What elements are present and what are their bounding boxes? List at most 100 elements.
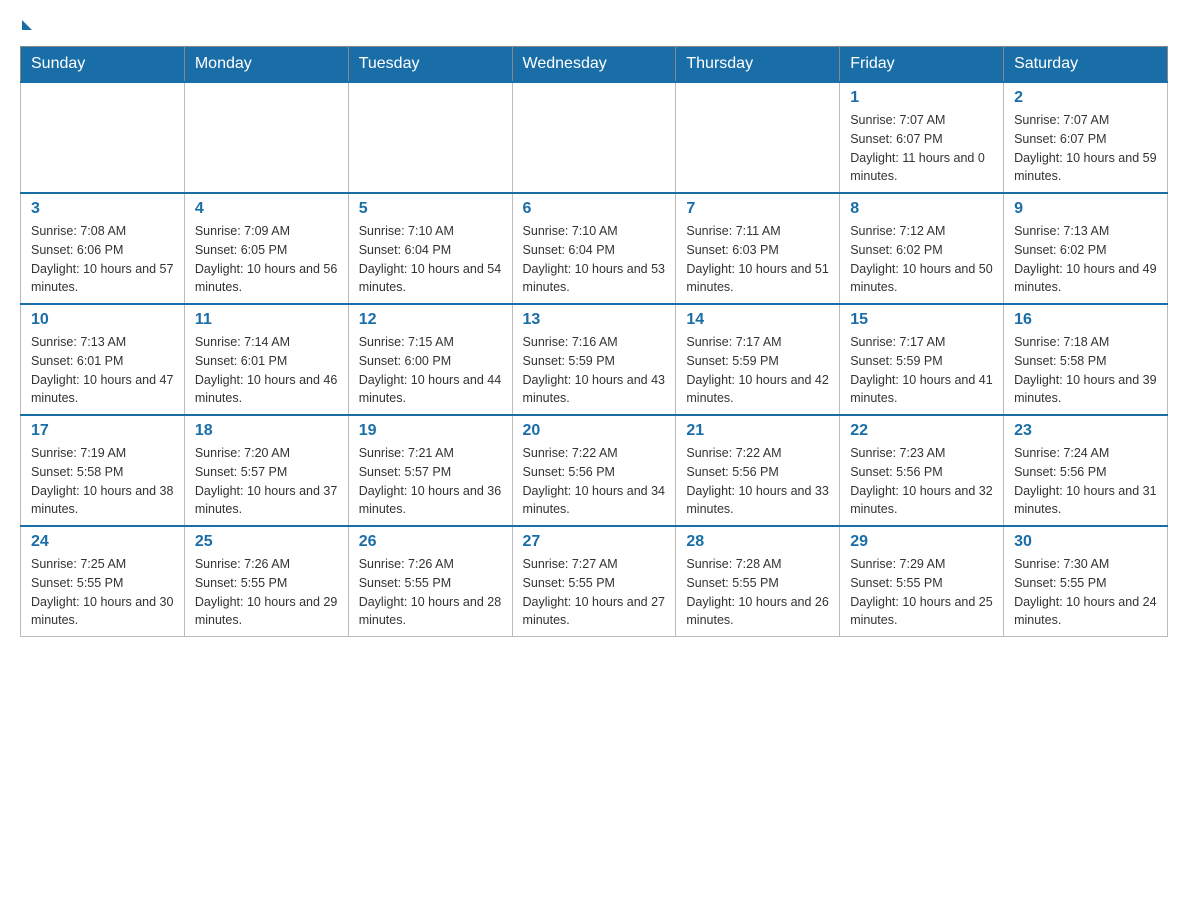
day-number: 29 bbox=[850, 533, 993, 551]
day-info: Sunrise: 7:08 AM Sunset: 6:06 PM Dayligh… bbox=[31, 222, 174, 297]
day-info: Sunrise: 7:13 AM Sunset: 6:02 PM Dayligh… bbox=[1014, 222, 1157, 297]
day-info: Sunrise: 7:22 AM Sunset: 5:56 PM Dayligh… bbox=[686, 444, 829, 519]
calendar-cell: 1 Sunrise: 7:07 AM Sunset: 6:07 PM Daylig… bbox=[840, 82, 1004, 193]
day-number: 24 bbox=[31, 533, 174, 551]
day-number: 7 bbox=[686, 200, 829, 218]
calendar-cell: 25Sunrise: 7:26 AM Sunset: 5:55 PM Dayli… bbox=[184, 526, 348, 637]
day-info: Sunrise: 7:07 AM Sunset: 6:07 PM Dayligh… bbox=[850, 111, 993, 186]
calendar-cell: 30 Sunrise: 7:30 AM Sunset: 5:55 PM Dayli… bbox=[1004, 526, 1168, 637]
day-number: 20 bbox=[523, 422, 666, 440]
calendar-cell: 17 Sunrise: 7:19 AM Sunset: 5:58 PM Dayli… bbox=[21, 415, 185, 526]
day-info: Sunrise: 7:14 AM Sunset: 6:01 PM Dayligh… bbox=[195, 333, 338, 408]
day-info: Sunrise: 7:28 AM Sunset: 5:55 PM Dayligh… bbox=[686, 555, 829, 630]
day-info: Sunrise: 7:22 AM Sunset: 5:56 PM Dayligh… bbox=[523, 444, 666, 519]
day-info: Sunrise: 7:17 AM Sunset: 5:59 PM Dayligh… bbox=[850, 333, 993, 408]
day-info: Sunrise: 7:23 AM Sunset: 5:56 PM Dayligh… bbox=[850, 444, 993, 519]
calendar-cell: 28 Sunrise: 7:28 AM Sunset: 5:55 PM Dayli… bbox=[676, 526, 840, 637]
day-info: Sunrise: 7:20 AM Sunset: 5:57 PM Dayligh… bbox=[195, 444, 338, 519]
day-info: Sunrise: 7:21 AM Sunset: 5:57 PM Dayligh… bbox=[359, 444, 502, 519]
weekday-header-wednesday: Wednesday bbox=[512, 47, 676, 83]
day-info: Sunrise: 7:18 AM Sunset: 5:58 PM Dayligh… bbox=[1014, 333, 1157, 408]
day-number: 3 bbox=[31, 200, 174, 218]
day-info: Sunrise: 7:30 AM Sunset: 5:55 PM Dayligh… bbox=[1014, 555, 1157, 630]
day-info: Sunrise: 7:17 AM Sunset: 5:59 PM Dayligh… bbox=[686, 333, 829, 408]
day-info: Sunrise: 7:09 AM Sunset: 6:05 PM Dayligh… bbox=[195, 222, 338, 297]
day-number: 30 bbox=[1014, 533, 1157, 551]
calendar-cell bbox=[512, 82, 676, 193]
day-info: Sunrise: 7:27 AM Sunset: 5:55 PM Dayligh… bbox=[523, 555, 666, 630]
calendar-cell: 24 Sunrise: 7:25 AM Sunset: 5:55 PM Dayli… bbox=[21, 526, 185, 637]
day-info: Sunrise: 7:10 AM Sunset: 6:04 PM Dayligh… bbox=[359, 222, 502, 297]
calendar-cell bbox=[348, 82, 512, 193]
weekday-header-sunday: Sunday bbox=[21, 47, 185, 83]
weekday-header-friday: Friday bbox=[840, 47, 1004, 83]
day-number: 1 bbox=[850, 89, 993, 107]
day-number: 28 bbox=[686, 533, 829, 551]
day-info: Sunrise: 7:16 AM Sunset: 5:59 PM Dayligh… bbox=[523, 333, 666, 408]
calendar-cell: 5 Sunrise: 7:10 AM Sunset: 6:04 PM Daylig… bbox=[348, 193, 512, 304]
day-number: 8 bbox=[850, 200, 993, 218]
day-info: Sunrise: 7:12 AM Sunset: 6:02 PM Dayligh… bbox=[850, 222, 993, 297]
calendar-cell: 22 Sunrise: 7:23 AM Sunset: 5:56 PM Dayli… bbox=[840, 415, 1004, 526]
day-info: Sunrise: 7:15 AM Sunset: 6:00 PM Dayligh… bbox=[359, 333, 502, 408]
calendar-cell: 6 Sunrise: 7:10 AM Sunset: 6:04 PM Daylig… bbox=[512, 193, 676, 304]
calendar-cell: 19 Sunrise: 7:21 AM Sunset: 5:57 PM Dayli… bbox=[348, 415, 512, 526]
calendar-cell: 10 Sunrise: 7:13 AM Sunset: 6:01 PM Dayli… bbox=[21, 304, 185, 415]
day-number: 22 bbox=[850, 422, 993, 440]
day-number: 21 bbox=[686, 422, 829, 440]
calendar-cell: 13 Sunrise: 7:16 AM Sunset: 5:59 PM Dayli… bbox=[512, 304, 676, 415]
calendar-cell: 4 Sunrise: 7:09 AM Sunset: 6:05 PM Daylig… bbox=[184, 193, 348, 304]
calendar-cell: 11 Sunrise: 7:14 AM Sunset: 6:01 PM Dayli… bbox=[184, 304, 348, 415]
calendar-cell: 12 Sunrise: 7:15 AM Sunset: 6:00 PM Dayli… bbox=[348, 304, 512, 415]
day-info: Sunrise: 7:10 AM Sunset: 6:04 PM Dayligh… bbox=[523, 222, 666, 297]
week-row-1: 1 Sunrise: 7:07 AM Sunset: 6:07 PM Daylig… bbox=[21, 82, 1168, 193]
day-number: 6 bbox=[523, 200, 666, 218]
day-number: 9 bbox=[1014, 200, 1157, 218]
day-number: 17 bbox=[31, 422, 174, 440]
day-info: Sunrise: 7:25 AM Sunset: 5:55 PM Dayligh… bbox=[31, 555, 174, 630]
day-number: 16 bbox=[1014, 311, 1157, 329]
week-row-4: 17 Sunrise: 7:19 AM Sunset: 5:58 PM Dayli… bbox=[21, 415, 1168, 526]
week-row-2: 3 Sunrise: 7:08 AM Sunset: 6:06 PM Daylig… bbox=[21, 193, 1168, 304]
calendar-cell: 26Sunrise: 7:26 AM Sunset: 5:55 PM Dayli… bbox=[348, 526, 512, 637]
day-info: Sunrise: 7:11 AM Sunset: 6:03 PM Dayligh… bbox=[686, 222, 829, 297]
calendar-cell: 29 Sunrise: 7:29 AM Sunset: 5:55 PM Dayli… bbox=[840, 526, 1004, 637]
calendar-cell: 16 Sunrise: 7:18 AM Sunset: 5:58 PM Dayli… bbox=[1004, 304, 1168, 415]
day-number: 14 bbox=[686, 311, 829, 329]
weekday-header-tuesday: Tuesday bbox=[348, 47, 512, 83]
day-number: 10 bbox=[31, 311, 174, 329]
day-number: 2 bbox=[1014, 89, 1157, 107]
calendar-cell: 27 Sunrise: 7:27 AM Sunset: 5:55 PM Dayli… bbox=[512, 526, 676, 637]
calendar-cell: 2 Sunrise: 7:07 AM Sunset: 6:07 PM Daylig… bbox=[1004, 82, 1168, 193]
day-number: 23 bbox=[1014, 422, 1157, 440]
calendar-cell: 20 Sunrise: 7:22 AM Sunset: 5:56 PM Dayli… bbox=[512, 415, 676, 526]
day-number: 5 bbox=[359, 200, 502, 218]
calendar-cell: 3 Sunrise: 7:08 AM Sunset: 6:06 PM Daylig… bbox=[21, 193, 185, 304]
calendar-table: SundayMondayTuesdayWednesdayThursdayFrid… bbox=[20, 46, 1168, 637]
day-number: 12 bbox=[359, 311, 502, 329]
day-info: Sunrise: 7:13 AM Sunset: 6:01 PM Dayligh… bbox=[31, 333, 174, 408]
day-number: 27 bbox=[523, 533, 666, 551]
calendar-cell: 14 Sunrise: 7:17 AM Sunset: 5:59 PM Dayli… bbox=[676, 304, 840, 415]
day-info: Sunrise: 7:24 AM Sunset: 5:56 PM Dayligh… bbox=[1014, 444, 1157, 519]
day-number: 19 bbox=[359, 422, 502, 440]
day-info: Sunrise: 7:19 AM Sunset: 5:58 PM Dayligh… bbox=[31, 444, 174, 519]
day-info: Sunrise: 7:26 AM Sunset: 5:55 PM Dayligh… bbox=[195, 555, 338, 630]
calendar-cell: 21 Sunrise: 7:22 AM Sunset: 5:56 PM Dayli… bbox=[676, 415, 840, 526]
day-info: Sunrise: 7:07 AM Sunset: 6:07 PM Dayligh… bbox=[1014, 111, 1157, 186]
weekday-header-thursday: Thursday bbox=[676, 47, 840, 83]
week-row-3: 10 Sunrise: 7:13 AM Sunset: 6:01 PM Dayli… bbox=[21, 304, 1168, 415]
weekday-header-monday: Monday bbox=[184, 47, 348, 83]
calendar-cell: 8 Sunrise: 7:12 AM Sunset: 6:02 PM Daylig… bbox=[840, 193, 1004, 304]
logo bbox=[20, 20, 34, 30]
day-number: 4 bbox=[195, 200, 338, 218]
calendar-cell: 23 Sunrise: 7:24 AM Sunset: 5:56 PM Dayli… bbox=[1004, 415, 1168, 526]
calendar-cell bbox=[676, 82, 840, 193]
day-number: 11 bbox=[195, 311, 338, 329]
day-info: Sunrise: 7:29 AM Sunset: 5:55 PM Dayligh… bbox=[850, 555, 993, 630]
calendar-cell bbox=[21, 82, 185, 193]
day-number: 26 bbox=[359, 533, 502, 551]
calendar-cell: 7 Sunrise: 7:11 AM Sunset: 6:03 PM Daylig… bbox=[676, 193, 840, 304]
day-number: 13 bbox=[523, 311, 666, 329]
calendar-cell: 15Sunrise: 7:17 AM Sunset: 5:59 PM Dayli… bbox=[840, 304, 1004, 415]
